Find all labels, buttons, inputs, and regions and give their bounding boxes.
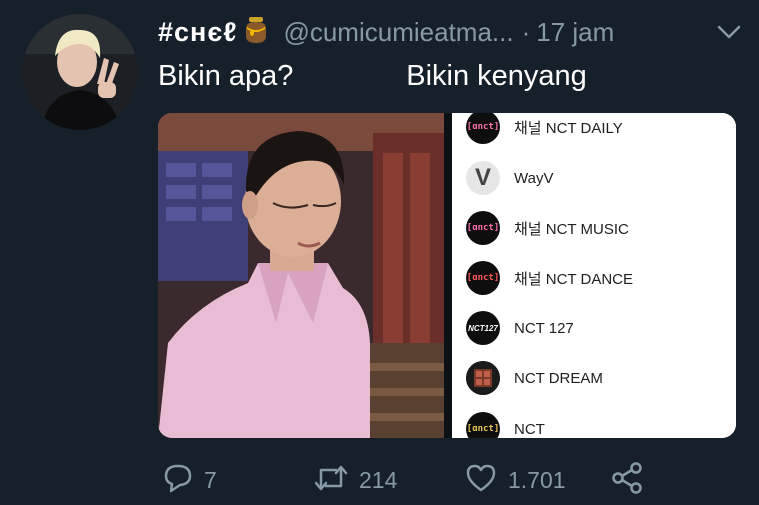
media-divider	[444, 113, 452, 438]
retweet-icon	[313, 462, 349, 499]
channel-item[interactable]: NCT DREAM	[466, 358, 603, 398]
channel-name: NCT DREAM	[514, 369, 603, 387]
reply-count: 7	[204, 466, 217, 493]
channel-list: [ɑnct] 채널 NCT DAILY V WayV [ɑnct] 채널 NCT…	[452, 113, 736, 438]
channel-item[interactable]: [ɑnct] 채널 NCT DAILY	[466, 113, 623, 147]
wayv-logo-icon: V	[466, 161, 500, 195]
tweet-actions: 7 214 1.701	[158, 460, 658, 500]
honey-pot-emoji-icon	[243, 16, 269, 49]
channel-item[interactable]: [ɑnct] 채널 NCT DANCE	[466, 258, 633, 298]
nct127-logo-icon: NCT127	[466, 311, 500, 345]
channel-name: NCT	[514, 420, 545, 438]
channel-name: 채널 NCT DANCE	[514, 270, 633, 288]
retweet-count: 214	[359, 466, 398, 493]
display-name[interactable]: #cʜєℓ	[158, 17, 237, 48]
timestamp[interactable]: 17 jam	[536, 17, 614, 48]
reply-button[interactable]: 7	[162, 460, 217, 500]
channel-name: 채널 NCT DAILY	[514, 119, 623, 137]
nct-daily-logo-icon: [ɑnct]	[466, 113, 500, 144]
retweet-button[interactable]: 214	[313, 460, 397, 500]
share-button[interactable]	[610, 460, 644, 500]
heart-icon	[464, 462, 498, 499]
channel-item[interactable]: [ɑnct] 채널 NCT MUSIC	[466, 208, 629, 248]
channel-name: WayV	[514, 169, 554, 187]
share-icon	[610, 461, 644, 500]
separator-dot: ·	[521, 16, 531, 47]
channel-name: NCT 127	[514, 319, 574, 337]
nct-music-logo-icon: [ɑnct]	[466, 211, 500, 245]
channel-item[interactable]: [ɑnct] NCT	[466, 409, 545, 438]
channel-item[interactable]: NCT127 NCT 127	[466, 308, 574, 348]
reply-icon	[162, 462, 194, 499]
avatar[interactable]	[22, 14, 138, 130]
tweet-media[interactable]: [ɑnct] 채널 NCT DAILY V WayV [ɑnct] 채널 NCT…	[158, 113, 736, 438]
channel-item[interactable]: V WayV	[466, 158, 553, 198]
tweet-text: Bikin apa? Bikin kenyang	[158, 60, 587, 92]
like-button[interactable]: 1.701	[464, 460, 566, 500]
nct-dream-logo-icon	[466, 361, 500, 395]
user-handle[interactable]: @cumicumieatma...	[283, 17, 513, 48]
chevron-down-icon[interactable]	[716, 22, 742, 47]
nct-logo-icon: [ɑnct]	[466, 412, 500, 438]
nct-dance-logo-icon: [ɑnct]	[466, 261, 500, 295]
media-photo	[158, 113, 444, 438]
tweet-header: #cʜєℓ @cumicumieatma... · 17 jam	[158, 14, 748, 50]
like-count: 1.701	[508, 466, 566, 493]
channel-name: 채널 NCT MUSIC	[514, 220, 629, 238]
avatar-photo	[22, 14, 138, 130]
